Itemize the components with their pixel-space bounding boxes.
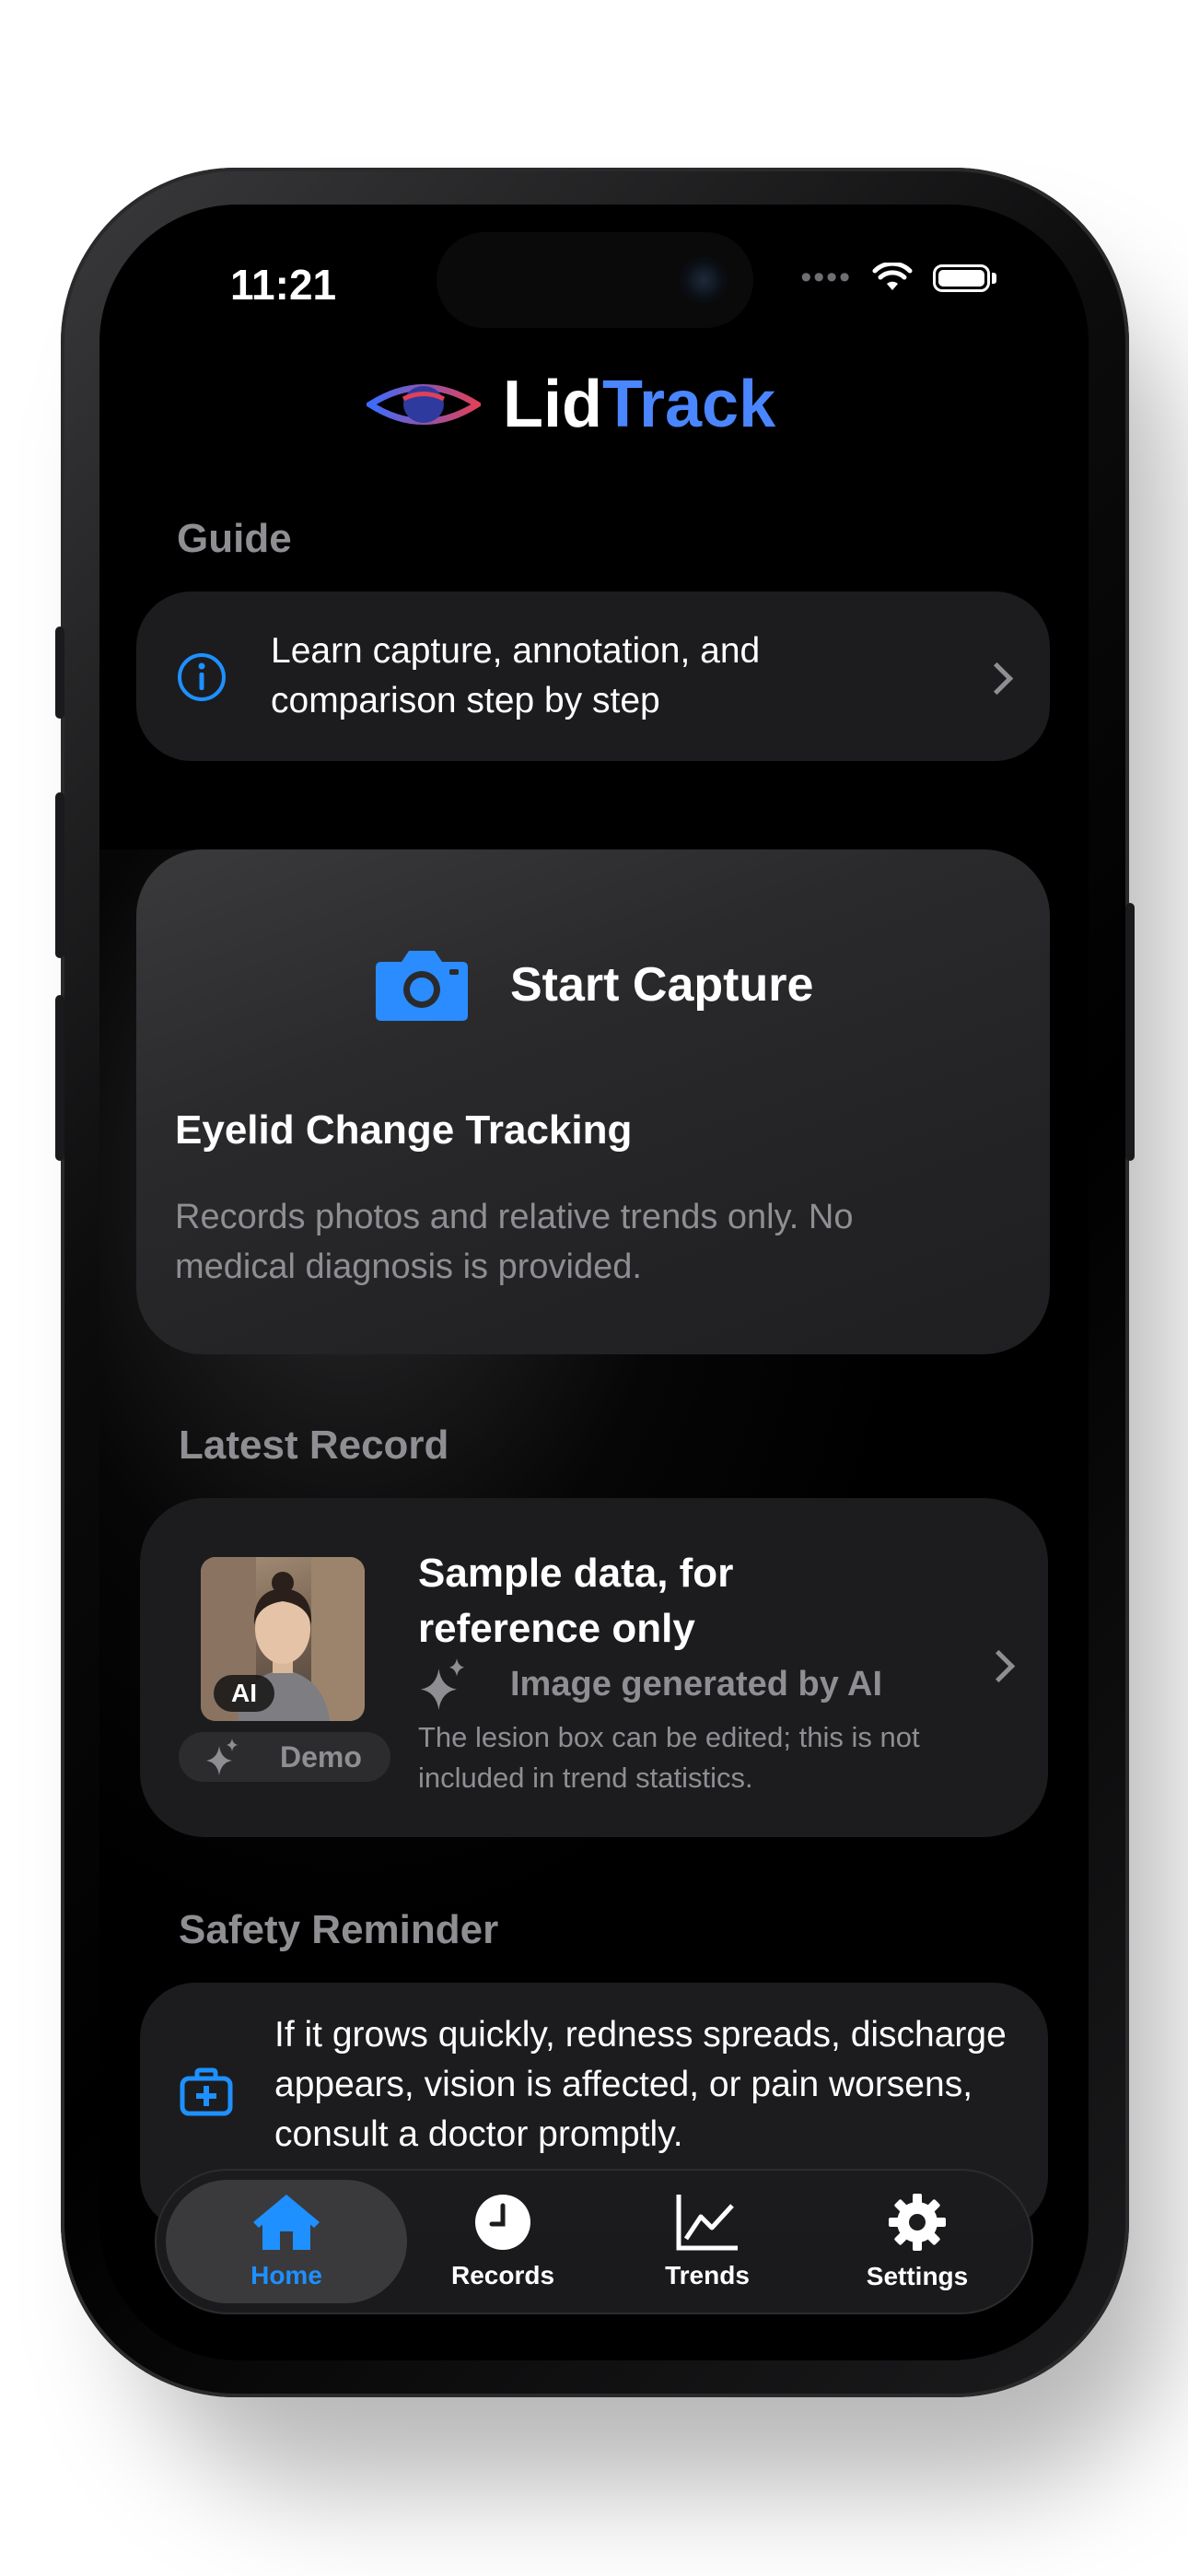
tab-settings[interactable]: Settings [816,2180,1019,2303]
ai-badge: AI [214,1675,274,1712]
chart-line-icon [676,2195,738,2251]
ai-generated-label: Image generated by AI [510,1664,883,1704]
tab-home[interactable]: Home [166,2180,407,2303]
capture-card: Start Capture Eyelid Change Tracking Rec… [136,849,1050,1354]
app-title: LidTrack [503,367,775,442]
tab-trends[interactable]: Trends [606,2180,809,2303]
volume-up-button [55,792,64,958]
ai-generated-note: Image generated by AI [418,1658,882,1710]
action-button [55,626,64,719]
app-title-part-lid: Lid [503,368,602,441]
tab-records[interactable]: Records [402,2180,604,2303]
start-capture-button[interactable]: Start Capture [374,947,813,1023]
safety-section-title: Safety Reminder [179,1907,499,1952]
sparkle-icon [420,1658,465,1710]
tab-bar: Home Records Trends Settings [155,2169,1033,2314]
gear-icon [889,2194,946,2251]
capture-description: Records photos and relative trends only.… [175,1198,854,1286]
chevron-right-icon [982,1649,1016,1683]
camera-icon [376,951,468,1021]
guide-text: Learn capture, annotation, and compariso… [271,631,761,720]
chevron-right-icon [980,662,1014,696]
record-thumbnail[interactable]: AI [201,1557,365,1721]
clock-icon [475,2195,530,2250]
demo-pill: Demo [179,1732,390,1782]
medical-kit-icon [180,2067,233,2116]
app-header: LidTrack [367,367,775,442]
phone-screen: 11:21 •••• LidTrack Guide Learn capture,… [99,205,1089,2360]
demo-label: Demo [280,1739,362,1774]
front-camera [680,256,728,304]
latest-record-section-title: Latest Record [179,1423,449,1468]
wifi-icon [872,262,913,290]
record-description: The lesion box can be edited; this is no… [418,1721,920,1794]
signal-dots-icon: •••• [800,260,852,295]
battery-icon [933,263,990,292]
record-title: Sample data, for reference only [418,1551,734,1651]
guide-card[interactable]: Learn capture, annotation, and compariso… [136,591,1050,761]
info-icon [178,653,226,701]
dynamic-island [437,232,753,328]
power-button [1125,903,1135,1161]
guide-section-title: Guide [177,516,292,561]
tab-trends-label: Trends [665,2261,750,2289]
battery-nub [992,272,996,284]
status-time: 11:21 [230,261,337,309]
sparkle-icon [206,1739,238,1775]
volume-down-button [55,995,64,1161]
safety-text: If it grows quickly, redness spreads, di… [274,2015,1007,2154]
capture-title: Eyelid Change Tracking [175,1107,633,1153]
house-icon [253,2195,320,2250]
tab-home-label: Home [250,2261,322,2289]
status-icons: •••• [800,260,996,296]
latest-record-card[interactable]: AI Demo Sample data, for reference only … [140,1498,1048,1837]
eye-logo-icon [367,384,481,425]
tab-records-label: Records [450,2261,555,2289]
start-capture-label: Start Capture [510,958,814,1012]
tab-settings-label: Settings [866,2262,969,2290]
app-title-part-track: Track [601,368,776,441]
